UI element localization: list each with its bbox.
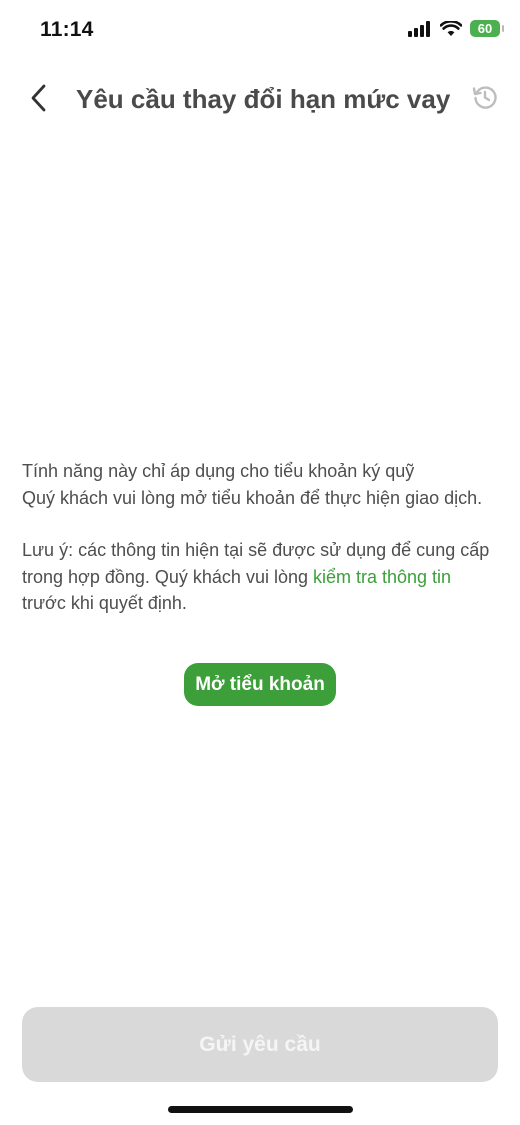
info-paragraph: Tính năng này chỉ áp dụng cho tiểu khoản… (22, 458, 498, 511)
page-title: Yêu cầu thay đổi hạn mức vay (76, 84, 451, 114)
check-info-link[interactable]: kiểm tra thông tin (313, 567, 451, 587)
submit-request-button[interactable]: Gửi yêu cầu (22, 1007, 498, 1082)
nav-bar: Yêu cầu thay đổi hạn mức vay (0, 70, 520, 126)
status-bar: 11:14 60 (0, 0, 520, 60)
back-button[interactable] (22, 82, 54, 114)
status-time: 11:14 (40, 18, 94, 41)
battery-level: 60 (477, 21, 493, 36)
history-icon (472, 86, 497, 109)
info-line-1: Tính năng này chỉ áp dụng cho tiểu khoản… (22, 461, 415, 481)
back-chevron-icon (31, 84, 46, 112)
home-indicator (168, 1106, 353, 1113)
info-content: Tính năng này chỉ áp dụng cho tiểu khoản… (22, 458, 498, 617)
history-button[interactable] (470, 82, 500, 112)
info-line-2: Quý khách vui lòng mở tiểu khoản để thực… (22, 487, 483, 508)
status-icons: 60 (408, 20, 504, 37)
wifi-icon (440, 20, 462, 36)
note-text-after: trước khi quyết định. (22, 593, 187, 613)
note-paragraph: Lưu ý: các thông tin hiện tại sẽ được sử… (22, 537, 498, 617)
battery-icon: 60 (470, 20, 504, 37)
open-sub-account-button[interactable]: Mở tiểu khoản (184, 663, 336, 706)
signal-icon (408, 20, 430, 37)
